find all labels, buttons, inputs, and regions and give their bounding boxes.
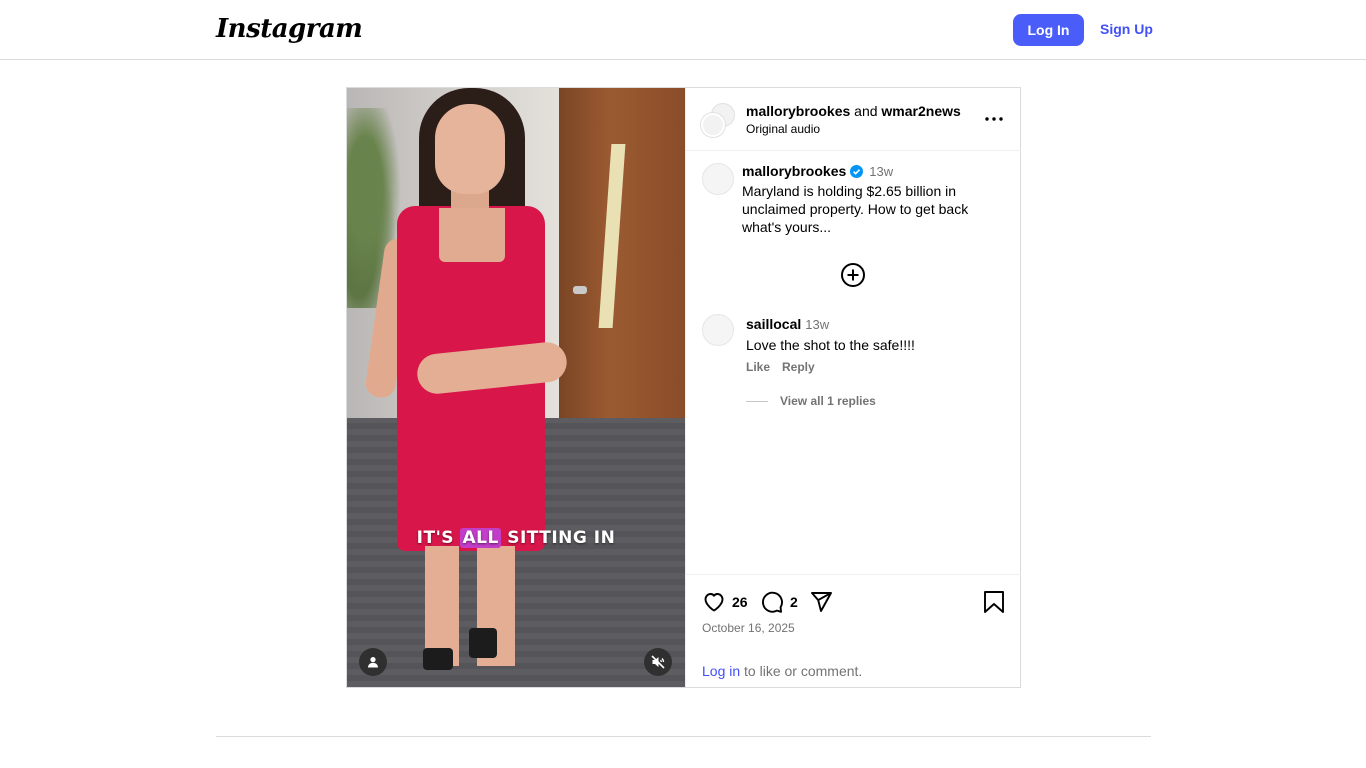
post-side-panel: mallorybrookes and wmar2news Original au… <box>685 88 1021 687</box>
mute-toggle-button[interactable] <box>644 648 672 676</box>
more-options-button[interactable] <box>982 108 1006 130</box>
comment-body: saillocal 13w Love the shot to the safe!!… <box>746 316 1006 353</box>
caption-username[interactable]: mallorybrookes <box>742 163 846 179</box>
user-icon <box>368 657 378 668</box>
post-header: mallorybrookes and wmar2news Original au… <box>686 88 1021 151</box>
speaker-muted-icon <box>651 655 665 669</box>
caption-body: mallorybrookes 13w Maryland is holding $2… <box>742 163 1007 236</box>
comment-actions: Like Reply <box>746 360 827 374</box>
video-subtitle: IT'S ALL SITTING IN <box>347 528 685 548</box>
footer-divider <box>216 736 1151 737</box>
instagram-logo[interactable]: Instagram <box>216 14 363 44</box>
save-action <box>983 589 1005 615</box>
signup-link[interactable]: Sign Up <box>1100 21 1153 37</box>
collab-avatars[interactable] <box>701 103 737 139</box>
video-person-shoe <box>469 628 497 658</box>
avatar[interactable] <box>702 163 734 195</box>
comment-username[interactable]: saillocal <box>746 316 801 332</box>
comment-like-button[interactable]: Like <box>746 360 770 374</box>
author-link[interactable]: wmar2news <box>881 103 960 119</box>
likes-count[interactable]: 26 <box>732 594 748 610</box>
reel-video[interactable]: IT'S ALL SITTING IN <box>347 88 685 687</box>
login-prompt: Log in to like or comment. <box>702 663 862 679</box>
video-door-knob <box>573 286 587 294</box>
view-replies-label: View all 1 replies <box>780 394 876 408</box>
audio-link[interactable]: Original audio <box>746 122 820 136</box>
video-person-face <box>435 104 505 194</box>
comments-count[interactable]: 2 <box>790 594 798 610</box>
post-date[interactable]: October 16, 2025 <box>702 621 795 635</box>
caption-timestamp[interactable]: 13w <box>869 164 893 179</box>
verified-badge-icon <box>850 165 864 178</box>
comment-action: 2 <box>760 589 798 615</box>
comment-icon[interactable] <box>760 590 784 614</box>
comment-timestamp[interactable]: 13w <box>805 317 829 332</box>
video-person-neckline <box>439 208 505 262</box>
plus-circle-icon <box>841 263 865 287</box>
subtitle-text-after: SITTING IN <box>500 528 616 548</box>
post-card: IT'S ALL SITTING IN mallorybrookes and w… <box>346 87 1021 688</box>
avatar <box>701 113 725 137</box>
author-joiner: and <box>854 103 878 119</box>
action-row: 26 2 <box>702 589 1007 615</box>
send-icon[interactable] <box>809 590 833 614</box>
author-link[interactable]: mallorybrookes <box>746 103 850 119</box>
replies-divider <box>746 400 768 402</box>
ellipsis-icon <box>985 117 1003 121</box>
heart-icon[interactable] <box>702 590 726 614</box>
login-prompt-link[interactable]: Log in <box>702 663 740 679</box>
load-more-comments-button[interactable] <box>840 262 866 288</box>
top-nav-bar: Instagram Log In Sign Up <box>0 0 1366 60</box>
view-replies-button[interactable]: View all 1 replies <box>746 394 876 408</box>
comment-reply-button[interactable]: Reply <box>782 360 815 374</box>
post-authors: mallorybrookes and wmar2news <box>746 103 961 119</box>
subtitle-text-before: IT'S <box>416 528 461 548</box>
login-button[interactable]: Log In <box>1013 14 1084 46</box>
video-person-shoe <box>423 648 453 670</box>
share-action <box>809 589 833 615</box>
login-prompt-text: to like or comment. <box>740 663 863 679</box>
like-action: 26 <box>702 589 748 615</box>
bookmark-icon[interactable] <box>983 590 1005 614</box>
avatar[interactable] <box>702 314 734 346</box>
tagged-users-button[interactable] <box>359 648 387 676</box>
comment-text: Love the shot to the safe!!!! <box>746 337 915 353</box>
subtitle-highlight: ALL <box>460 528 501 548</box>
caption-text: Maryland is holding $2.65 billion in unc… <box>742 183 969 235</box>
post-actions: 26 2 October 16, 2025 Log in to like or … <box>686 574 1021 687</box>
